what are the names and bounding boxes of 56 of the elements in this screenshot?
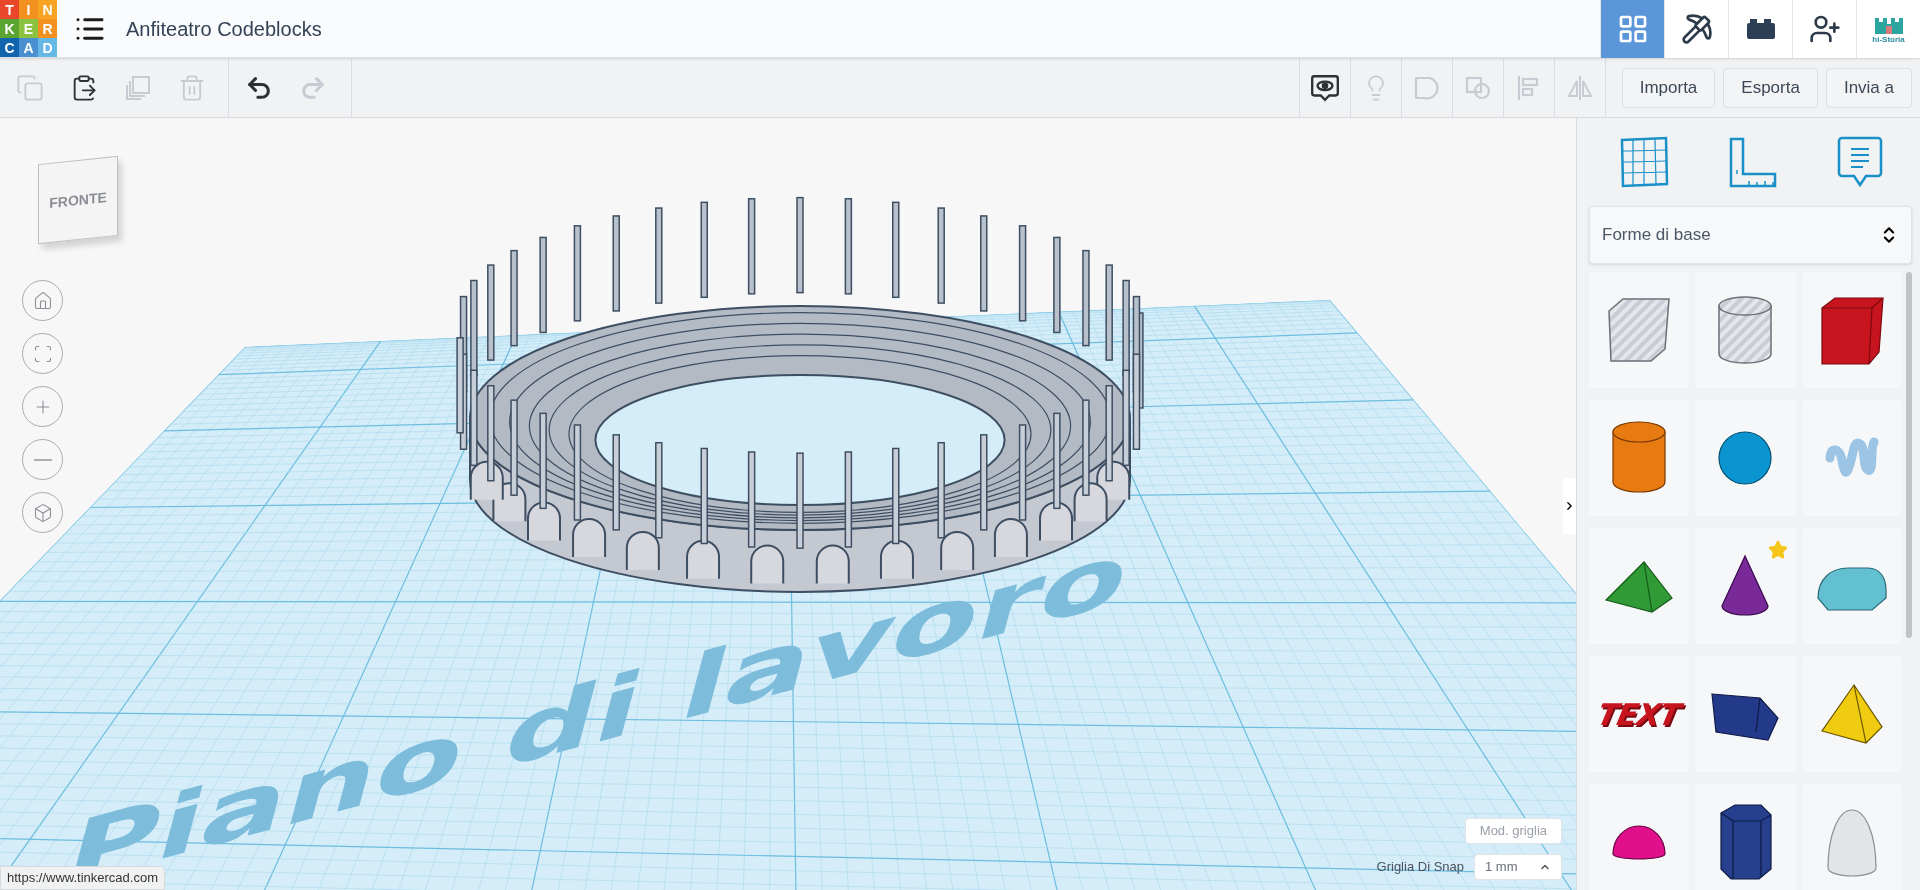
design-title[interactable]: Anfiteatro Codeblocks bbox=[126, 13, 322, 44]
shape-tile[interactable] bbox=[1695, 400, 1796, 516]
cube-face-label: FRONTE bbox=[49, 187, 107, 213]
brick-icon bbox=[1745, 17, 1776, 41]
shape-tile[interactable] bbox=[1801, 272, 1902, 388]
home-icon bbox=[32, 290, 53, 311]
logo-letter: D bbox=[38, 38, 57, 57]
fit-view-icon bbox=[32, 343, 53, 364]
shape-tile[interactable] bbox=[1695, 528, 1796, 644]
pickaxe-button[interactable] bbox=[1664, 0, 1728, 58]
status-url: https://www.tinkercad.com bbox=[0, 866, 165, 890]
shape-tile[interactable] bbox=[1801, 784, 1902, 890]
add-user-button[interactable] bbox=[1792, 0, 1856, 58]
logo-letter: C bbox=[0, 38, 19, 57]
shape-tile[interactable] bbox=[1801, 400, 1902, 516]
logo-letter: K bbox=[0, 19, 19, 38]
cube-icon bbox=[32, 502, 53, 523]
action-button[interactable]: Esporta bbox=[1723, 67, 1818, 108]
category-select[interactable]: Forme di base bbox=[1589, 206, 1912, 264]
shape-tile[interactable] bbox=[1801, 528, 1902, 644]
shape-tile[interactable] bbox=[1695, 656, 1796, 772]
shape-tile[interactable] bbox=[1589, 784, 1690, 890]
avatar-label: hi-Storia bbox=[1872, 36, 1905, 44]
action-button[interactable]: Invia a bbox=[1825, 67, 1912, 108]
shape-tile[interactable] bbox=[1589, 528, 1690, 644]
add-user-icon bbox=[1808, 13, 1841, 45]
logo-letter: A bbox=[19, 38, 38, 57]
star-icon bbox=[1767, 540, 1788, 560]
logo-letter: T bbox=[0, 0, 19, 19]
logo-letter: I bbox=[19, 0, 38, 19]
text-shape-label: TEXT bbox=[1593, 695, 1685, 734]
zoom-out-view-button[interactable] bbox=[22, 439, 63, 480]
shape-tile[interactable] bbox=[1589, 400, 1690, 516]
logo-letter: N bbox=[38, 0, 57, 19]
snap-grid-select[interactable]: 1 mm bbox=[1474, 854, 1562, 880]
logo[interactable]: T I N K E R C A D bbox=[0, 0, 57, 57]
home-view-button[interactable] bbox=[22, 280, 63, 321]
ortho-view-button[interactable] bbox=[22, 492, 63, 533]
shape-tile[interactable]: TEXT bbox=[1589, 656, 1690, 772]
duplicate-icon bbox=[123, 73, 152, 102]
shape-tile[interactable] bbox=[1801, 656, 1902, 772]
copy-icon bbox=[15, 73, 44, 102]
zoom-out-icon bbox=[33, 458, 52, 461]
avatar-button[interactable]: hi-Storia bbox=[1856, 0, 1920, 58]
shape-tile[interactable] bbox=[1695, 272, 1796, 388]
mirror-icon bbox=[1565, 73, 1594, 102]
shape-tile[interactable] bbox=[1589, 272, 1690, 388]
panel-collapse-button[interactable] bbox=[1563, 478, 1576, 534]
zoom-in-view-button[interactable] bbox=[22, 386, 63, 427]
pickaxe-icon bbox=[1680, 13, 1713, 45]
brick-button[interactable] bbox=[1728, 0, 1792, 58]
action-button[interactable]: Importa bbox=[1621, 67, 1716, 108]
fit-view-button[interactable] bbox=[22, 333, 63, 374]
logo-letter: E bbox=[19, 19, 38, 38]
shape-tile[interactable] bbox=[1695, 784, 1796, 890]
logo-letter: R bbox=[38, 19, 57, 38]
